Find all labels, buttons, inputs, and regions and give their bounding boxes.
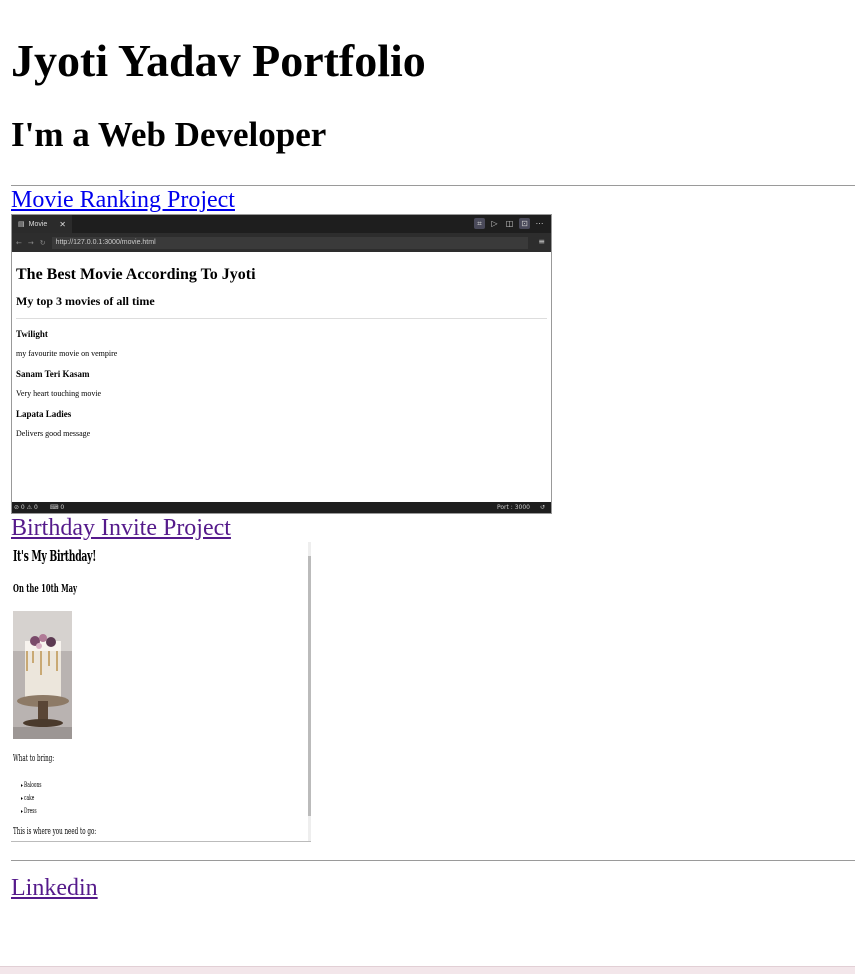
browser-tab: ▤ Movie ✕ — [12, 215, 72, 233]
cake-image — [13, 611, 72, 739]
bring-label: What to bring: — [13, 754, 55, 764]
movie-title: Lapata Ladies — [16, 409, 72, 419]
bring-list: Baloons cake Dress — [21, 779, 54, 818]
list-item: cake — [21, 792, 41, 805]
inspect-icon: ⌗ — [474, 218, 485, 229]
more-icon: ⋯ — [535, 219, 544, 228]
movie-divider — [16, 318, 547, 319]
browser-tab-bar: ▤ Movie ✕ ⌗ ▷ ◫ ⊡ ⋯ — [12, 215, 551, 233]
close-icon: ✕ — [59, 219, 66, 229]
tab-page-icon: ▤ — [18, 221, 25, 228]
reload-icon: ↻ — [39, 238, 46, 247]
status-problems: ⊘ 0 ⚠ 0 — [14, 504, 38, 511]
linkedin-link[interactable]: Linkedin — [11, 874, 98, 902]
window-bottom-edge — [0, 966, 855, 974]
back-icon: ← — [16, 238, 22, 247]
status-port: Port : 3000 — [496, 504, 530, 511]
editor-status-bar: ⊘ 0 ⚠ 0 ⌨ 0 Port : 3000 ↺ — [12, 502, 551, 513]
browser-address-bar: ← → ↻ http://127.0.0.1:3000/movie.html ≡ — [12, 233, 551, 252]
play-icon: ▷ — [491, 219, 498, 228]
split-icon: ◫ — [505, 219, 514, 228]
movie-project-screenshot: ▤ Movie ✕ ⌗ ▷ ◫ ⊡ ⋯ ← → ↻ http://127.0.0… — [11, 214, 552, 514]
birthday-heading: It's My Birthday! — [13, 547, 97, 565]
birthday-project-screenshot: It's My Birthday! On the 10th May What t… — [11, 542, 311, 842]
page-subtitle: I'm a Web Developer — [11, 115, 327, 154]
movie-title: Sanam Teri Kasam — [16, 369, 90, 379]
forward-icon: → — [27, 238, 34, 247]
birthday-date: On the 10th May — [13, 582, 78, 595]
url-field: http://127.0.0.1:3000/movie.html — [51, 236, 528, 249]
list-item: Baloons — [21, 779, 41, 792]
menu-icon: ≡ — [538, 237, 545, 246]
list-item: Dress — [21, 805, 41, 818]
lock-icon: ⊡ — [519, 218, 530, 229]
where-label: This is where you need to go: — [13, 827, 97, 837]
page-title: Jyoti Yadav Portfolio — [11, 35, 426, 86]
movie-project-link[interactable]: Movie Ranking Project — [11, 186, 235, 214]
movie-description: my favourite movie on vempire — [16, 349, 118, 358]
notification-icon: ↺ — [539, 504, 545, 511]
divider — [11, 860, 855, 861]
movie-heading: The Best Movie According To Jyoti — [16, 266, 256, 283]
movie-subheading: My top 3 movies of all time — [16, 294, 155, 308]
browser-toolbar-icons: ⌗ ▷ ◫ ⊡ ⋯ — [474, 218, 545, 229]
scrollbar-thumb — [308, 556, 311, 816]
movie-title: Twilight — [16, 329, 48, 339]
movie-description: Very heart touching movie — [16, 389, 102, 398]
movie-description: Delivers good message — [16, 429, 91, 438]
birthday-project-link[interactable]: Birthday Invite Project — [11, 514, 231, 542]
movie-page-body: The Best Movie According To Jyoti My top… — [12, 266, 551, 439]
tab-label: Movie — [28, 220, 48, 228]
page: Jyoti Yadav Portfolio I'm a Web Develope… — [0, 0, 855, 966]
status-ports: ⌨ 0 — [49, 504, 65, 511]
